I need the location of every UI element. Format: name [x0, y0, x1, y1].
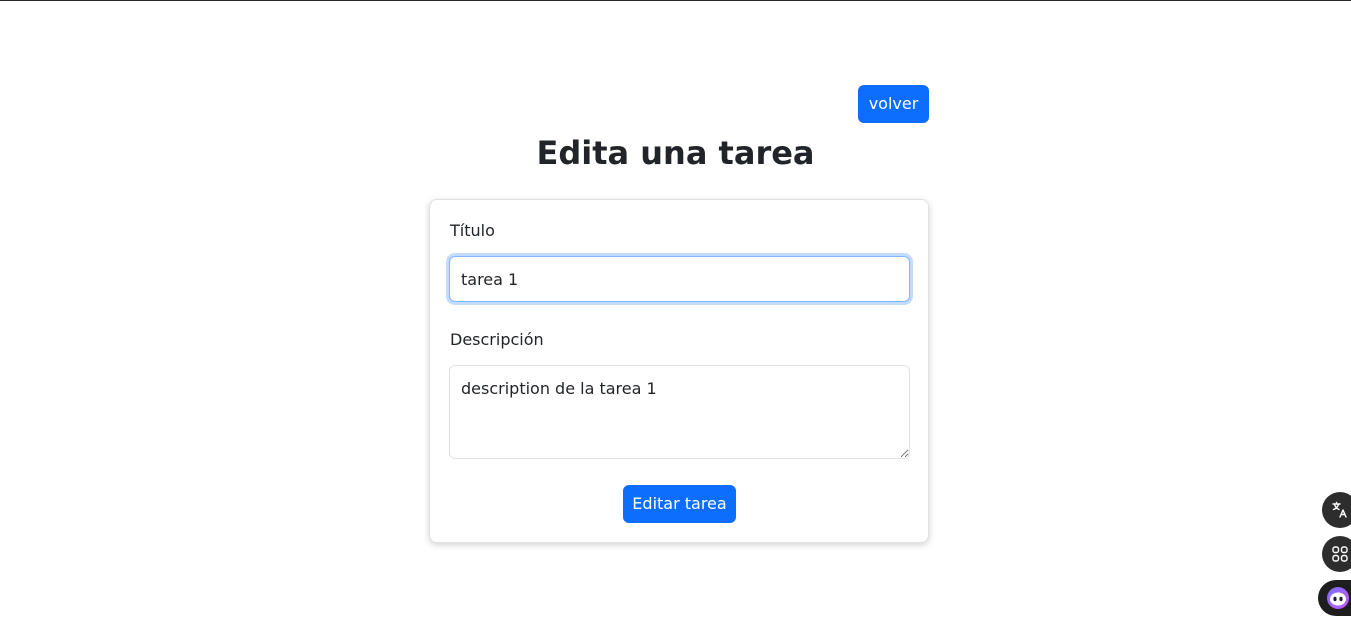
description-label: Descripción: [450, 330, 544, 349]
description-textarea[interactable]: description de la tarea 1: [449, 365, 910, 459]
page-title: Edita una tarea: [536, 134, 815, 172]
back-button[interactable]: volver: [858, 85, 929, 123]
apps-grid-icon: [1332, 546, 1348, 562]
edit-task-form: Título Descripción description de la tar…: [429, 199, 929, 543]
top-border: [0, 0, 1351, 1]
title-input[interactable]: [449, 256, 910, 302]
assistant-icon: [1327, 587, 1349, 609]
translate-icon: [1332, 501, 1347, 518]
edit-task-button[interactable]: Editar tarea: [623, 485, 736, 523]
assistant-button[interactable]: [1318, 580, 1351, 616]
translate-button[interactable]: [1322, 492, 1351, 528]
apps-button[interactable]: [1322, 536, 1351, 572]
title-label: Título: [450, 221, 495, 240]
